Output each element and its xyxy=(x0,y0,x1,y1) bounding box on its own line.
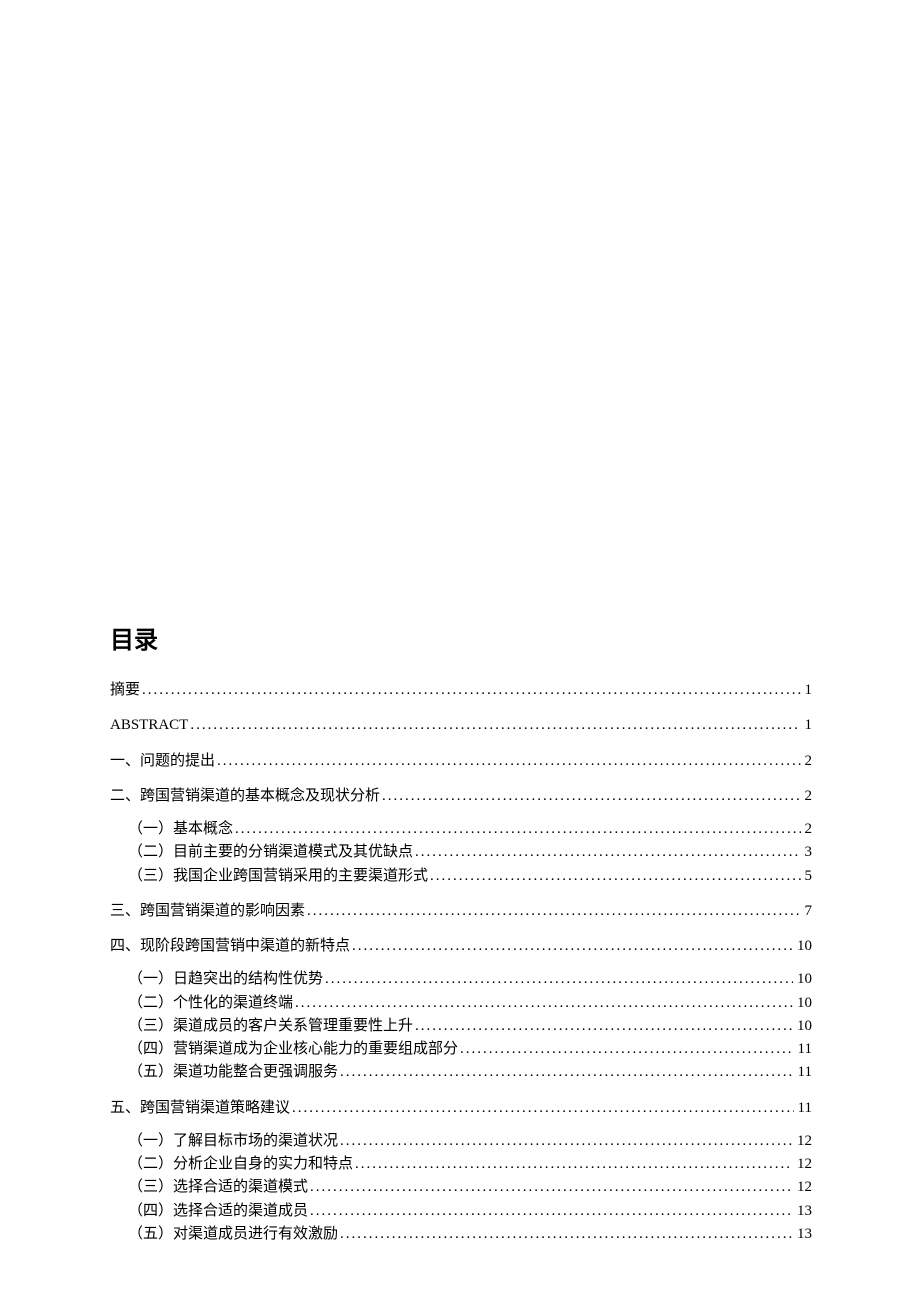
toc-leader xyxy=(325,968,793,991)
toc-entry[interactable]: （三）选择合适的渠道模式 12 xyxy=(110,1176,812,1199)
toc-entry-label: 二、跨国营销渠道的基本概念及现状分析 xyxy=(110,785,380,808)
toc-entry-label: （二）目前主要的分销渠道模式及其优缺点 xyxy=(128,841,413,864)
toc-entry[interactable]: 摘要 1 xyxy=(110,679,812,702)
toc-entry-label: （三）选择合适的渠道模式 xyxy=(128,1176,308,1199)
toc-leader xyxy=(307,900,800,923)
toc-entry-label: （四）选择合适的渠道成员 xyxy=(128,1200,308,1223)
toc-entry-page: 1 xyxy=(803,679,813,702)
toc-entry[interactable]: （五）对渠道成员进行有效激励 13 xyxy=(110,1223,812,1246)
toc-entry-page: 11 xyxy=(796,1038,812,1061)
toc-entry-page: 10 xyxy=(795,935,812,958)
toc-leader xyxy=(415,841,800,864)
toc-entry-page: 13 xyxy=(795,1200,812,1223)
toc-entry[interactable]: （四）选择合适的渠道成员 13 xyxy=(110,1200,812,1223)
toc-entry[interactable]: 一、问题的提出 2 xyxy=(110,750,812,773)
toc-entry[interactable]: （三）我国企业跨国营销采用的主要渠道形式 5 xyxy=(110,865,812,888)
toc-entry-page: 1 xyxy=(803,714,813,737)
toc-entry-page: 13 xyxy=(795,1223,812,1246)
toc-entry-page: 10 xyxy=(795,1015,812,1038)
toc-entry-page: 3 xyxy=(803,841,813,864)
toc-leader xyxy=(310,1176,793,1199)
toc-leader xyxy=(355,1153,793,1176)
toc-title: 目录 xyxy=(110,620,812,655)
toc-entry-label: （一）日趋突出的结构性优势 xyxy=(128,968,323,991)
toc-entry[interactable]: ABSTRACT 1 xyxy=(110,714,812,737)
toc-entry-page: 10 xyxy=(795,968,812,991)
toc-entry-label: 五、跨国营销渠道策略建议 xyxy=(110,1097,290,1120)
toc-entry[interactable]: （四）营销渠道成为企业核心能力的重要组成部分 11 xyxy=(110,1038,812,1061)
toc-leader xyxy=(460,1038,794,1061)
toc-entry[interactable]: 四、现阶段跨国营销中渠道的新特点 10 xyxy=(110,935,812,958)
toc-entry-page: 12 xyxy=(795,1130,812,1153)
toc-entry-label: 摘要 xyxy=(110,679,140,702)
toc-leader xyxy=(430,865,800,888)
toc-entry[interactable]: 二、跨国营销渠道的基本概念及现状分析 2 xyxy=(110,785,812,808)
toc-entry-label: （二）个性化的渠道终端 xyxy=(128,992,293,1015)
toc-entry-label: （三）渠道成员的客户关系管理重要性上升 xyxy=(128,1015,413,1038)
toc-leader xyxy=(340,1130,793,1153)
toc-entry-page: 11 xyxy=(796,1097,812,1120)
toc-leader xyxy=(295,992,793,1015)
toc-entry[interactable]: （二）目前主要的分销渠道模式及其优缺点 3 xyxy=(110,841,812,864)
toc-leader xyxy=(190,714,800,737)
toc-entry[interactable]: （一）了解目标市场的渠道状况 12 xyxy=(110,1130,812,1153)
toc-entry-label: （五）渠道功能整合更强调服务 xyxy=(128,1061,338,1084)
toc-entry-page: 2 xyxy=(803,750,813,773)
toc-entry-page: 2 xyxy=(803,818,813,841)
toc-entry[interactable]: （五）渠道功能整合更强调服务 11 xyxy=(110,1061,812,1084)
toc-leader xyxy=(352,935,793,958)
toc-leader xyxy=(415,1015,793,1038)
toc-entry-page: 7 xyxy=(803,900,813,923)
toc-entry[interactable]: 五、跨国营销渠道策略建议 11 xyxy=(110,1097,812,1120)
toc-entry-page: 10 xyxy=(795,992,812,1015)
toc-leader xyxy=(217,750,800,773)
toc-entry-page: 2 xyxy=(803,785,813,808)
toc-leader xyxy=(142,679,800,702)
toc-entry-label: （一）基本概念 xyxy=(128,818,233,841)
toc-entry-label: 一、问题的提出 xyxy=(110,750,215,773)
toc-entry-label: （二）分析企业自身的实力和特点 xyxy=(128,1153,353,1176)
toc-entry-label: 三、跨国营销渠道的影响因素 xyxy=(110,900,305,923)
toc-entry[interactable]: （一）基本概念 2 xyxy=(110,818,812,841)
toc-entry[interactable]: 三、跨国营销渠道的影响因素 7 xyxy=(110,900,812,923)
toc-entry-label: （五）对渠道成员进行有效激励 xyxy=(128,1223,338,1246)
toc-entry[interactable]: （三）渠道成员的客户关系管理重要性上升 10 xyxy=(110,1015,812,1038)
toc-entry-label: 四、现阶段跨国营销中渠道的新特点 xyxy=(110,935,350,958)
toc-entry[interactable]: （一）日趋突出的结构性优势 10 xyxy=(110,968,812,991)
toc-entry[interactable]: （二）个性化的渠道终端 10 xyxy=(110,992,812,1015)
toc-leader xyxy=(292,1097,794,1120)
toc-list: 摘要1ABSTRACT1一、问题的提出2二、跨国营销渠道的基本概念及现状分析2（… xyxy=(110,679,812,1246)
document-page: 目录 摘要1ABSTRACT1一、问题的提出2二、跨国营销渠道的基本概念及现状分… xyxy=(0,0,920,1246)
toc-leader xyxy=(340,1223,793,1246)
toc-leader xyxy=(310,1200,793,1223)
toc-entry-label: （一）了解目标市场的渠道状况 xyxy=(128,1130,338,1153)
toc-entry-page: 12 xyxy=(795,1153,812,1176)
toc-leader xyxy=(235,818,800,841)
toc-entry-label: （三）我国企业跨国营销采用的主要渠道形式 xyxy=(128,865,428,888)
toc-entry-page: 12 xyxy=(795,1176,812,1199)
toc-entry-label: ABSTRACT xyxy=(110,714,188,737)
toc-entry[interactable]: （二）分析企业自身的实力和特点 12 xyxy=(110,1153,812,1176)
toc-entry-page: 11 xyxy=(796,1061,812,1084)
toc-leader xyxy=(340,1061,794,1084)
toc-leader xyxy=(382,785,800,808)
toc-entry-label: （四）营销渠道成为企业核心能力的重要组成部分 xyxy=(128,1038,458,1061)
toc-entry-page: 5 xyxy=(803,865,813,888)
